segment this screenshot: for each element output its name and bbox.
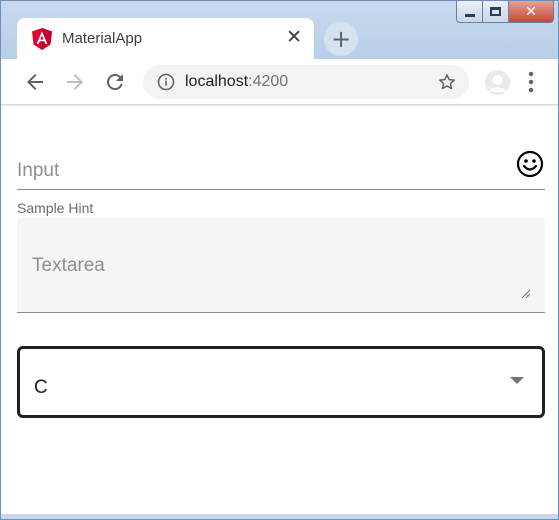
angular-icon <box>32 28 52 50</box>
profile-icon[interactable] <box>485 70 510 95</box>
avatar <box>485 70 510 95</box>
maximize-icon <box>490 7 501 16</box>
window-bottom-border <box>1 514 558 519</box>
url-host: localhost <box>185 73 249 90</box>
close-icon: ✕ <box>525 3 537 20</box>
dropdown-arrow-icon[interactable] <box>510 377 524 384</box>
minimize-button[interactable] <box>456 1 483 23</box>
window-controls: ✕ <box>456 1 554 23</box>
title-bar: ✕ MaterialApp ✕ + <box>1 1 558 60</box>
window-close-button[interactable]: ✕ <box>509 1 554 23</box>
url-text[interactable]: localhost:4200 <box>185 73 288 91</box>
input-field[interactable]: Input <box>17 150 545 190</box>
select-value: C <box>34 377 48 398</box>
browser-tab[interactable]: MaterialApp ✕ <box>17 18 314 60</box>
address-bar[interactable]: localhost:4200 <box>143 65 469 99</box>
smiley-icon <box>516 150 544 178</box>
tab-title: MaterialApp <box>62 30 143 47</box>
browser-window: ✕ MaterialApp ✕ + localhost:4200 Input S… <box>0 0 559 520</box>
textarea-field[interactable]: Textarea <box>17 218 545 313</box>
reload-icon[interactable] <box>103 70 127 94</box>
new-tab-button[interactable]: + <box>324 22 358 56</box>
resize-handle-icon[interactable] <box>521 289 531 299</box>
kebab-menu-icon[interactable] <box>528 71 534 93</box>
browser-toolbar: localhost:4200 <box>1 59 558 105</box>
input-placeholder: Input <box>17 160 60 181</box>
minimize-icon <box>464 13 475 17</box>
info-icon[interactable] <box>157 73 175 91</box>
page-content: Input Sample Hint Textarea C <box>1 106 558 514</box>
back-arrow-icon[interactable] <box>23 70 47 94</box>
forward-arrow-icon[interactable] <box>63 70 87 94</box>
select-field[interactable]: C <box>17 346 545 418</box>
textarea-placeholder: Textarea <box>32 255 105 276</box>
hint-text: Sample Hint <box>17 200 94 216</box>
tab-close-icon[interactable]: ✕ <box>286 28 302 47</box>
maximize-button[interactable] <box>483 1 509 23</box>
star-icon[interactable] <box>437 72 457 92</box>
url-port: :4200 <box>248 73 289 90</box>
